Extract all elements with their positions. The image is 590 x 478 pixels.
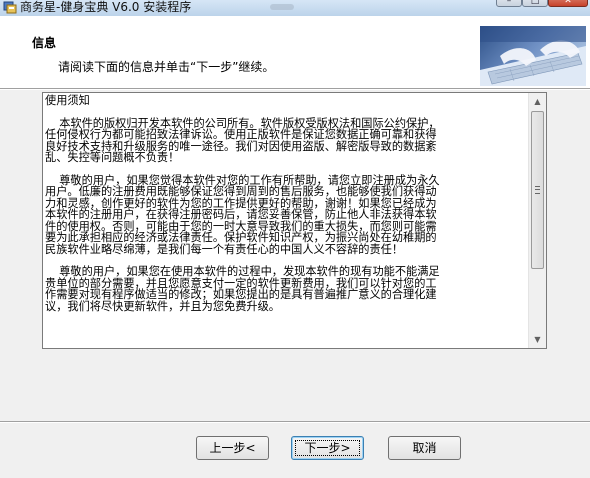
footer-divider [0, 421, 590, 423]
installer-window: 商务星-健身宝典 V6.0 安装程序 – □ ✕ 信息 请阅读下面的信息并单击“… [0, 0, 590, 478]
grip-icon [535, 186, 540, 194]
wizard-header: 信息 请阅读下面的信息并单击“下一步”继续。 [0, 16, 590, 88]
maximize-button[interactable]: □ [522, 0, 548, 7]
minimize-button[interactable]: – [496, 0, 522, 7]
info-textbox[interactable]: 使用须知 本软件的版权归开发本软件的公司所有。软件版权受版权法和国际公约保护，任… [42, 92, 547, 349]
cancel-button[interactable]: 取消 [388, 436, 461, 460]
header-divider [0, 88, 590, 90]
info-text-content: 使用须知 本软件的版权归开发本软件的公司所有。软件版权受版权法和国际公约保护，任… [45, 95, 441, 312]
keyboard-hands-image [480, 26, 586, 86]
scroll-thumb[interactable] [531, 111, 544, 269]
keyboard-illustration [480, 26, 586, 86]
close-icon: ✕ [564, 0, 572, 6]
info-paragraph-register: 尊敬的用户，如果您觉得本软件对您的工作有所帮助，请您立即注册成为永久用户。低廉的… [45, 173, 440, 256]
cancel-button-label: 取消 [412, 441, 437, 455]
maximize-icon: □ [530, 0, 540, 6]
next-button-label: 下一步> [304, 441, 351, 455]
info-paragraph-custom: 尊敬的用户，如果您在使用本软件的过程中，发现本软件的现有功能不能满足贵单位的部分… [45, 265, 440, 313]
info-heading: 使用须知 [45, 94, 90, 107]
scroll-down-icon[interactable]: ▼ [529, 331, 546, 348]
close-button[interactable]: ✕ [548, 0, 588, 7]
app-installer-icon [3, 1, 17, 14]
info-paragraph-copyright: 本软件的版权归开发本软件的公司所有。软件版权受版权法和国际公约保护，任何侵权行为… [45, 116, 440, 164]
title-bar-smudge [270, 4, 294, 10]
page-title: 信息 [32, 36, 57, 50]
vertical-scrollbar[interactable]: ▲ ▼ [528, 93, 546, 348]
scroll-up-icon[interactable]: ▲ [529, 93, 546, 110]
window-title: 商务星-健身宝典 V6.0 安装程序 [20, 0, 192, 14]
back-button[interactable]: 上一步< [196, 436, 269, 460]
page-subtitle: 请阅读下面的信息并单击“下一步”继续。 [58, 60, 275, 74]
next-button[interactable]: 下一步> [291, 436, 364, 460]
title-bar[interactable]: 商务星-健身宝典 V6.0 安装程序 – □ ✕ [0, 0, 590, 16]
minimize-icon: – [506, 0, 512, 6]
back-button-label: 上一步< [209, 441, 256, 455]
